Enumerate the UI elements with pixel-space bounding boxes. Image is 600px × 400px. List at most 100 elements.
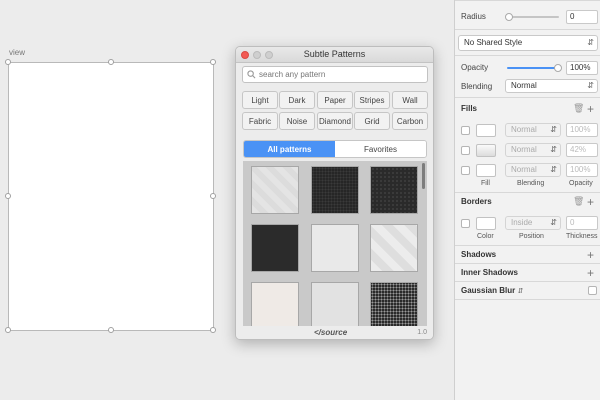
category-chip-wall[interactable]: Wall	[392, 91, 428, 109]
opacity-label: Opacity	[461, 63, 489, 72]
fill-color-swatch[interactable]	[476, 124, 496, 137]
color-column-label: Color	[477, 233, 494, 240]
trash-icon[interactable]: 🗑	[573, 103, 584, 114]
resize-handle[interactable]	[5, 327, 11, 333]
pattern-thumbnail[interactable]	[251, 224, 299, 272]
blending-value: Normal	[511, 81, 537, 90]
fill-enable-checkbox[interactable]	[461, 126, 470, 135]
window-title: Subtle Patterns	[303, 49, 366, 59]
position-column-label: Position	[519, 233, 544, 240]
thickness-column-label: Thickness	[566, 233, 598, 240]
category-chip-grid[interactable]: Grid	[354, 112, 390, 130]
chevron-updown-icon: ⇵	[550, 145, 557, 154]
window-footer: </source 1.0	[236, 326, 433, 339]
category-chip-diamond[interactable]: Diamond	[317, 112, 353, 130]
fill-enable-checkbox[interactable]	[461, 166, 470, 175]
fill-blend-select[interactable]: Normal ⇵	[505, 123, 561, 137]
chevron-updown-icon: ⇵	[517, 288, 524, 295]
search-input[interactable]	[259, 70, 419, 79]
opacity-field[interactable]: 100%	[566, 61, 598, 75]
subtle-patterns-window: Subtle Patterns Light Dark Paper Stripes…	[235, 46, 434, 340]
tab-favorites[interactable]: Favorites	[335, 141, 426, 157]
fill-blend-select[interactable]: Normal ⇵	[505, 143, 561, 157]
fill-opacity-field[interactable]: 42%	[566, 143, 598, 157]
resize-handle[interactable]	[210, 59, 216, 65]
radius-slider-knob[interactable]	[505, 13, 513, 21]
category-chip-dark[interactable]: Dark	[279, 91, 315, 109]
add-shadow-button[interactable]: +	[587, 249, 594, 261]
pattern-tabs: All patterns Favorites	[243, 140, 427, 158]
fill-color-swatch[interactable]	[476, 144, 496, 157]
search-field[interactable]	[242, 66, 428, 83]
fill-blend-value: Normal	[511, 145, 537, 154]
search-icon	[247, 70, 256, 79]
opacity-slider-knob[interactable]	[554, 64, 562, 72]
radius-field[interactable]: 0	[566, 10, 598, 24]
pattern-thumbnail[interactable]	[311, 166, 359, 214]
radius-label: Radius	[461, 12, 486, 21]
artboard[interactable]	[5, 59, 216, 333]
category-chip-stripes[interactable]: Stripes	[354, 91, 390, 109]
fill-enable-checkbox[interactable]	[461, 146, 470, 155]
gaussian-blur-title[interactable]: Gaussian Blur ⇵	[461, 286, 523, 295]
resize-handle[interactable]	[5, 193, 11, 199]
resize-handle[interactable]	[210, 327, 216, 333]
inspector-panel: Radius 0 No Shared Style ⇵ Opacity 100% …	[454, 0, 600, 400]
border-thickness-field[interactable]: 0	[566, 216, 598, 230]
resize-handle[interactable]	[5, 59, 11, 65]
border-enable-checkbox[interactable]	[461, 219, 470, 228]
pattern-thumbnail[interactable]	[370, 282, 418, 329]
resize-handle[interactable]	[210, 193, 216, 199]
artboard-label[interactable]: view	[9, 48, 25, 57]
version-label: 1.0	[417, 329, 427, 336]
fill-color-swatch[interactable]	[476, 164, 496, 177]
pattern-thumbnail[interactable]	[251, 166, 299, 214]
borders-section-title: Borders	[461, 197, 492, 206]
border-color-swatch[interactable]	[476, 217, 496, 230]
pattern-thumbnail[interactable]	[311, 282, 359, 329]
border-position-select[interactable]: Inside ⇵	[505, 216, 561, 230]
resize-handle[interactable]	[108, 327, 114, 333]
fill-blend-value: Normal	[511, 125, 537, 134]
pattern-thumbnail[interactable]	[370, 224, 418, 272]
border-position-value: Inside	[511, 218, 533, 227]
pattern-thumbnail[interactable]	[311, 224, 359, 272]
shared-style-value: No Shared Style	[464, 38, 523, 47]
tab-all-patterns[interactable]: All patterns	[244, 141, 335, 157]
fill-column-label: Fill	[481, 180, 490, 187]
category-chip-light[interactable]: Light	[242, 91, 278, 109]
radius-slider-track[interactable]	[507, 16, 559, 18]
chevron-updown-icon: ⇵	[587, 38, 594, 47]
title-bar[interactable]: Subtle Patterns	[236, 47, 433, 63]
chevron-updown-icon: ⇵	[587, 81, 594, 90]
category-chip-paper[interactable]: Paper	[317, 91, 353, 109]
add-border-button[interactable]: +	[587, 196, 594, 208]
pattern-grid	[243, 161, 427, 329]
trash-icon[interactable]: 🗑	[573, 196, 584, 207]
pattern-thumbnail[interactable]	[251, 282, 299, 329]
category-chip-noise[interactable]: Noise	[279, 112, 315, 130]
shared-style-select[interactable]: No Shared Style ⇵	[458, 35, 598, 51]
fill-opacity-field[interactable]: 100%	[566, 123, 598, 137]
fill-blend-select[interactable]: Normal ⇵	[505, 163, 561, 177]
chevron-updown-icon: ⇵	[550, 165, 557, 174]
chevron-updown-icon: ⇵	[550, 218, 557, 227]
category-chip-carbon[interactable]: Carbon	[392, 112, 428, 130]
shadows-section-title: Shadows	[461, 250, 497, 259]
opacity-column-label: Opacity	[569, 180, 593, 187]
grid-scrollbar[interactable]	[422, 163, 425, 189]
pattern-thumbnail[interactable]	[370, 166, 418, 214]
resize-handle[interactable]	[108, 59, 114, 65]
blending-select[interactable]: Normal ⇵	[505, 79, 598, 93]
fill-blend-value: Normal	[511, 165, 537, 174]
fills-section-title: Fills	[461, 104, 478, 113]
source-logo-text: source	[320, 328, 348, 337]
gaussian-blur-checkbox[interactable]	[588, 286, 597, 295]
category-chip-fabric[interactable]: Fabric	[242, 112, 278, 130]
source-logo: </source	[314, 328, 348, 337]
add-inner-shadow-button[interactable]: +	[587, 267, 594, 279]
gaussian-blur-label: Gaussian Blur	[461, 286, 516, 295]
opacity-slider-track[interactable]	[507, 67, 559, 69]
fill-opacity-field[interactable]: 100%	[566, 163, 598, 177]
add-fill-button[interactable]: +	[587, 103, 594, 115]
